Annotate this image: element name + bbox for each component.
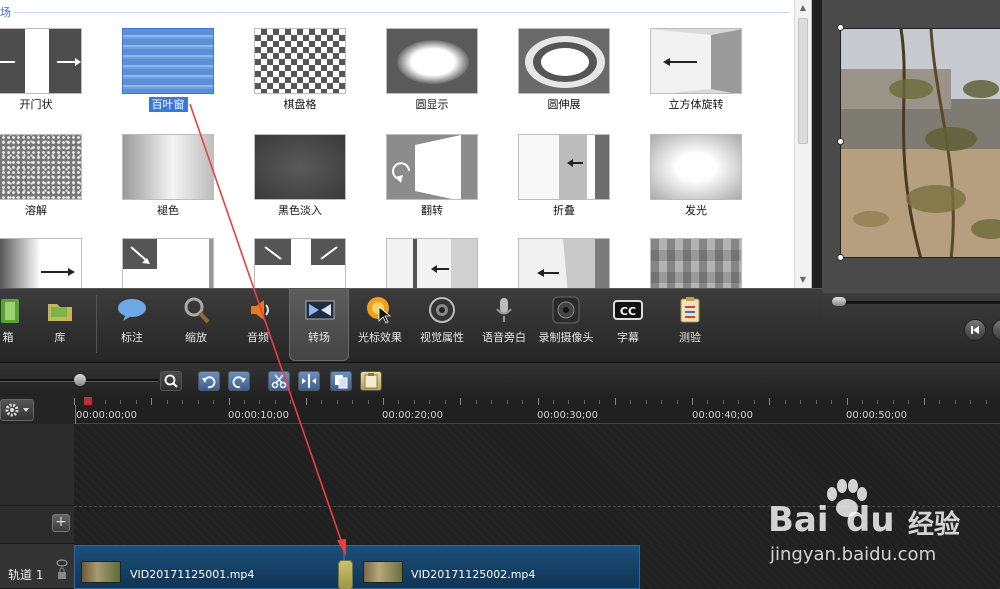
watermark-brand-tail: du	[846, 500, 895, 540]
watermark-cn: 经验	[908, 510, 961, 540]
baidu-watermark: Bai du 经验 jingyan.baidu.com	[760, 478, 1000, 588]
watermark-url: jingyan.baidu.com	[770, 544, 937, 565]
camtasia-window: 场 开门状 百叶窗 棋盘格 圆显示 圆伸展 立方体旋转 溶解 褪色 黑色淡入 翻…	[0, 0, 1000, 589]
watermark-brand: Bai	[768, 500, 829, 540]
